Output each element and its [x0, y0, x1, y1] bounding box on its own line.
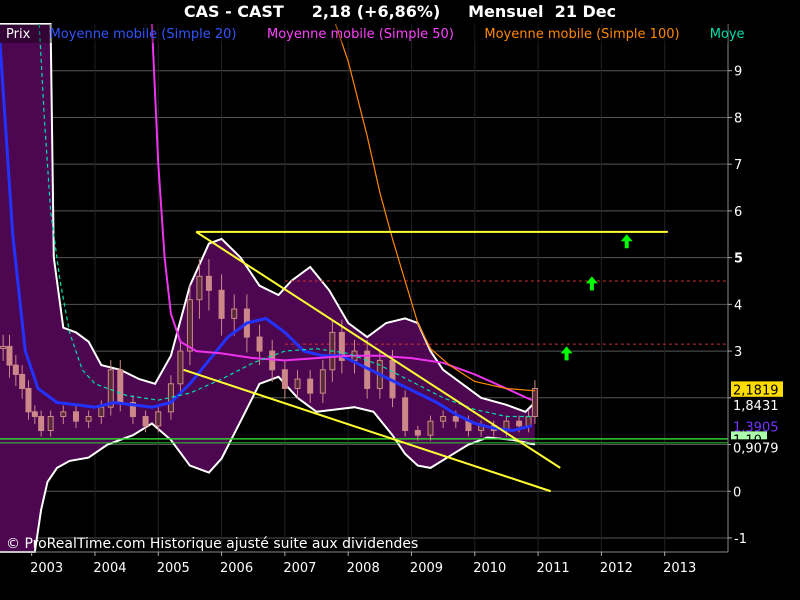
value-label: 1,8431 — [733, 399, 779, 414]
price-candle — [402, 397, 409, 432]
y-tick-label: 8 — [734, 111, 742, 126]
price-candle — [177, 350, 184, 385]
price-candle — [155, 411, 162, 427]
price-candle — [256, 336, 263, 352]
price-candle — [47, 415, 54, 432]
plot-background — [0, 24, 728, 552]
price-candle — [218, 289, 225, 319]
chart[interactable]: -10123456789 200320042005200620072008200… — [0, 0, 800, 600]
watermark: © ProRealTime.com Historique ajusté suit… — [6, 536, 418, 552]
x-tick-label: 2011 — [537, 561, 570, 576]
x-tick-label: 2009 — [410, 561, 443, 576]
value-label: 0 — [733, 485, 741, 500]
price-candle — [0, 345, 7, 349]
price-candle — [427, 420, 434, 436]
x-tick-label: 2007 — [283, 561, 316, 576]
price-candle — [117, 369, 124, 403]
price-candle — [167, 383, 174, 413]
legend-item[interactable]: Moyenne mobile (Simple 100) — [484, 27, 679, 42]
y-tick-label: 7 — [734, 158, 742, 173]
value-labels: 2,18191,84311,39051,100,90790 — [731, 381, 783, 500]
legend[interactable]: Prix Moyenne mobile (Simple 20) Moyenne mo… — [0, 24, 745, 43]
x-tick-label: 2013 — [663, 561, 696, 576]
y-axis-ticks: -10123456789 — [728, 65, 747, 547]
price-candle — [414, 430, 421, 436]
price-candle — [516, 420, 523, 427]
price-candle — [196, 275, 203, 301]
price-candle — [186, 299, 193, 352]
price-candle — [440, 415, 447, 422]
price-candle — [319, 369, 326, 394]
y-tick-label: 6 — [734, 205, 742, 220]
price-candle — [205, 275, 212, 291]
price-candle — [231, 308, 238, 319]
x-tick-label: 2012 — [600, 561, 633, 576]
legend-item[interactable]: Moyenne mobile (Simple 20) — [50, 27, 237, 42]
legend-item[interactable]: Prix — [6, 27, 31, 42]
legend-item[interactable]: Moyenne mobile (Simple 50) — [267, 27, 454, 42]
x-tick-label: 2006 — [220, 561, 253, 576]
value-label: 0,9079 — [733, 441, 779, 456]
price-candle — [25, 387, 32, 413]
price-candle — [294, 378, 301, 389]
price-candle — [281, 369, 288, 389]
price-candle — [6, 345, 13, 366]
price-candle — [531, 387, 538, 417]
y-tick-label: 4 — [734, 298, 742, 313]
price-candle — [525, 415, 532, 427]
price-candle — [19, 373, 26, 389]
price-candle — [307, 378, 314, 394]
x-tick-label: 2005 — [157, 561, 190, 576]
x-axis-ticks: 2003 2004 2005 2006 2007 2008 2009 2010 2011 2012… — [30, 552, 696, 576]
price-candle — [85, 415, 92, 422]
price-candle — [142, 415, 149, 427]
y-tick-label: 5 — [734, 252, 743, 267]
price-candle — [31, 411, 38, 417]
price-candle — [38, 415, 45, 432]
price-candle — [12, 364, 19, 375]
x-tick-label: 2003 — [30, 561, 63, 576]
price-candle — [452, 415, 459, 422]
y-tick-label: 9 — [734, 65, 742, 80]
x-tick-label: 2004 — [93, 561, 126, 576]
y-tick-label: 3 — [734, 345, 742, 360]
x-tick-label: 2008 — [347, 561, 380, 576]
y-tick-label: -1 — [734, 532, 747, 547]
value-label: 2,1819 — [733, 383, 779, 398]
price-candle — [60, 411, 67, 417]
price-candle — [98, 406, 105, 417]
legend-item[interactable]: Moye — [710, 27, 745, 42]
price-candle — [72, 411, 79, 422]
x-tick-label: 2010 — [473, 561, 506, 576]
